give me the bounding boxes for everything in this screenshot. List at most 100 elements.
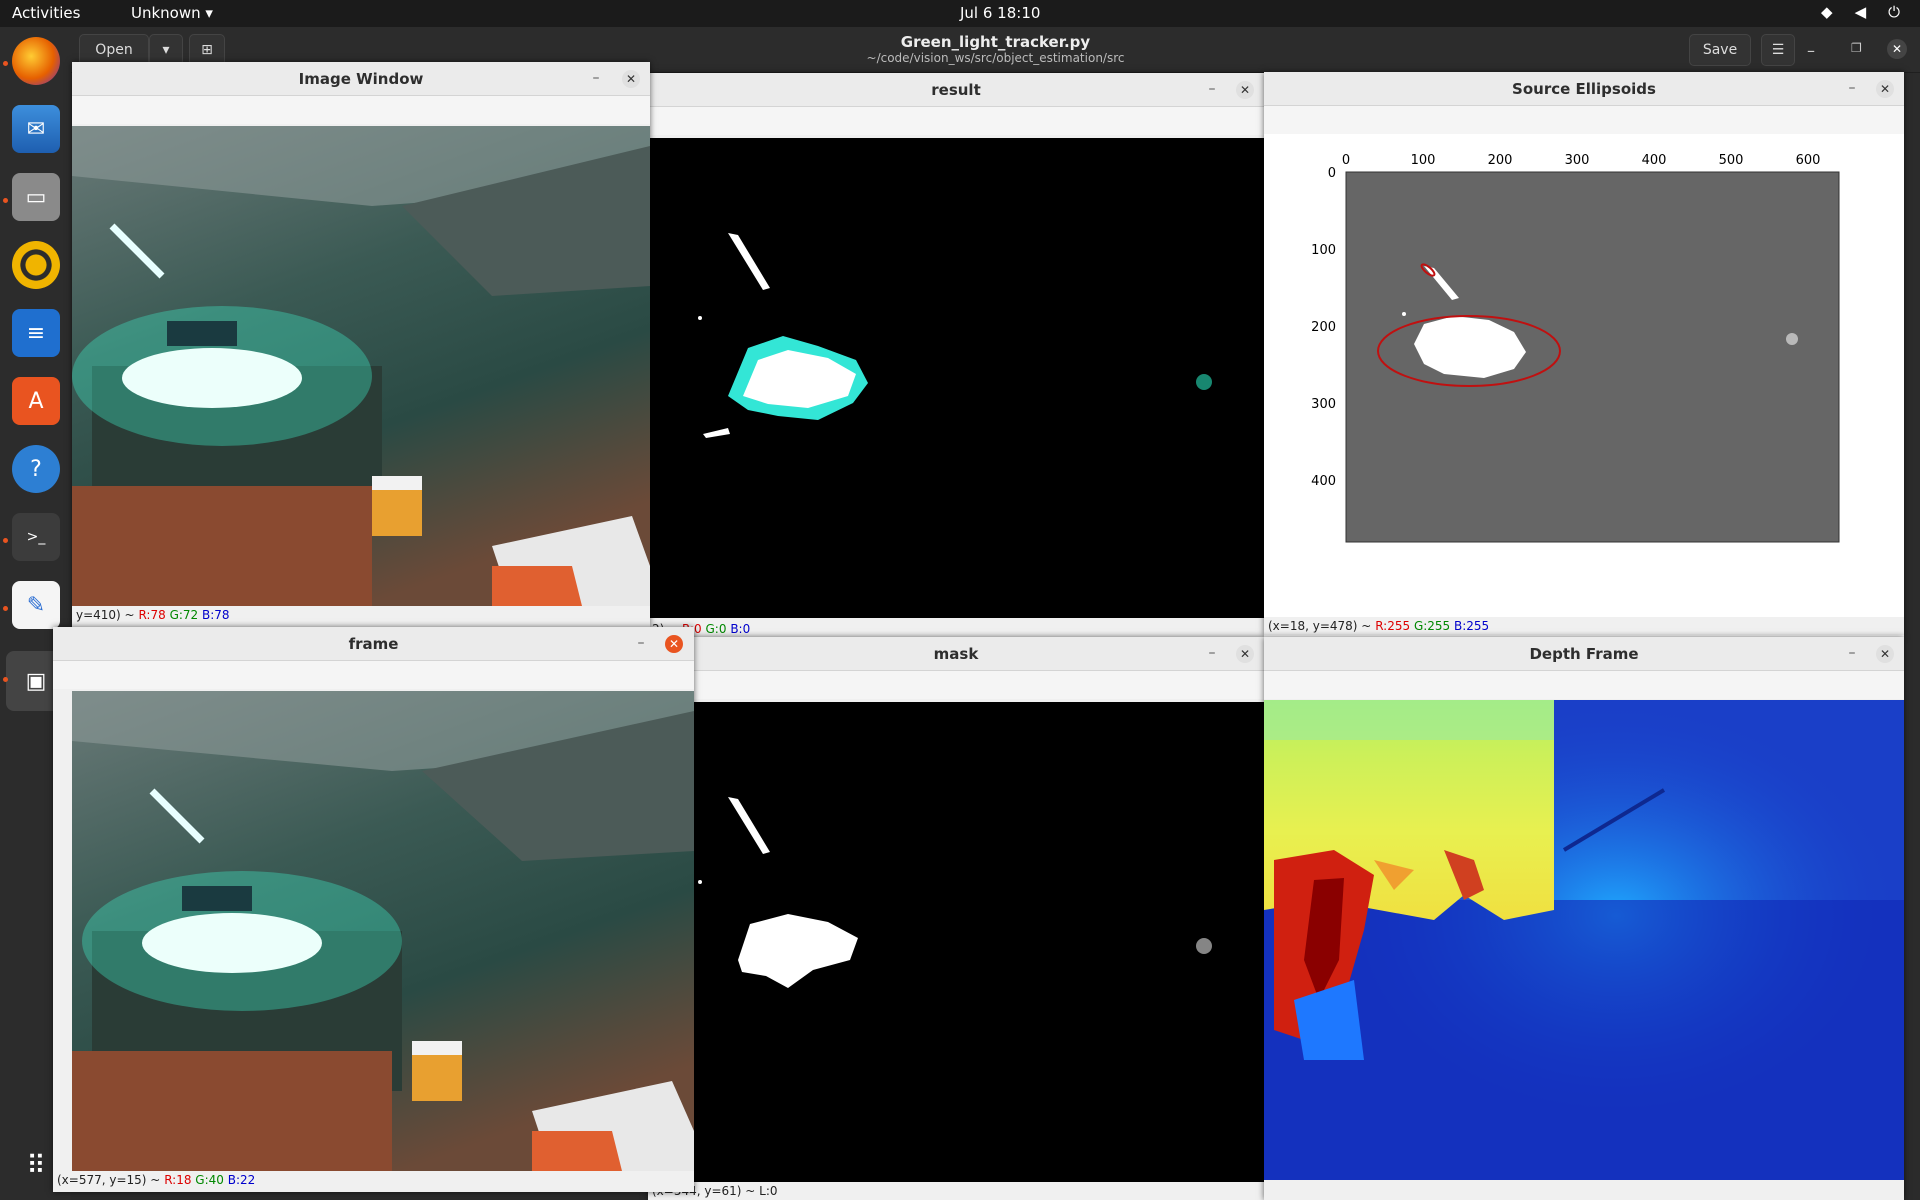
status-bar: (x=18, y=478) ~ R:255 G:255 B:255 [1264,617,1904,635]
close-icon[interactable]: ✕ [1887,39,1907,59]
depth-colormap-render [1264,700,1904,1180]
rhythmbox-icon[interactable] [12,241,60,289]
window-title: result [648,73,1264,107]
firefox-icon[interactable] [12,37,60,85]
result-window[interactable]: result – ✕ 2) ~ R:0 G:0 B:0 [648,73,1264,639]
status-green: G:40 [195,1173,224,1187]
source-ellipsoids-window[interactable]: Source Ellipsoids – ✕ 0 100 200 300 400 500 60… [1264,72,1904,637]
window-title: Depth Frame [1264,637,1904,671]
terminal-icon[interactable]: >_ [12,513,60,561]
mask-render [698,797,1212,988]
power-icon: ⏻ [1888,3,1900,21]
mask-window[interactable]: mask – ✕ (x=544, y=61) ~ L:0 [648,637,1264,1200]
running-indicator [3,538,8,543]
save-button[interactable]: Save [1689,34,1751,66]
status-blue: B:0 [730,622,751,636]
app-menu[interactable]: Unknown ▾ [131,4,213,22]
running-indicator [3,198,8,203]
system-tray[interactable]: ◆ ◀ ⏻ [1821,3,1900,21]
status-green: G:0 [705,622,727,636]
frame-image[interactable] [72,691,694,1171]
chevron-down-icon: ▾ [205,4,213,22]
minimize-icon[interactable]: – [1842,79,1862,99]
close-icon[interactable]: ✕ [1236,81,1254,99]
x-tick-label: 600 [1796,153,1821,168]
status-blue: B:255 [1454,619,1490,633]
x-tick-label: 500 [1719,153,1744,168]
toolbar-strip [72,96,650,124]
close-icon[interactable]: ✕ [665,635,683,653]
status-red: R:255 [1375,619,1411,633]
status-blue: B:78 [202,608,230,622]
x-tick-label: 100 [1411,153,1436,168]
restore-icon[interactable]: ❐ [1851,41,1862,55]
close-icon[interactable]: ✕ [622,70,640,88]
writer-icon[interactable]: ≡ [12,309,60,357]
window-title: Image Window [72,62,650,96]
toolbar-strip [1264,106,1904,134]
frame-scene-render [72,691,694,1171]
x-tick-label: 200 [1488,153,1513,168]
hamburger-menu-icon[interactable]: ☰ [1761,34,1795,66]
camera-scene-render [72,126,650,606]
image-window[interactable]: Image Window – ✕ y=410) ~ R:78 G:72 B:78 [72,62,650,627]
close-icon[interactable]: ✕ [1876,80,1894,98]
volume-icon: ◀ [1854,3,1867,21]
text-editor-icon[interactable]: ✎ [12,581,60,629]
camera-image[interactable] [72,126,650,606]
status-bar: y=410) ~ R:78 G:72 B:78 [72,606,650,624]
minimize-icon[interactable]: – [631,634,651,654]
frame-window[interactable]: frame – ✕ (x=577, y=15) ~ R:18 G:40 B:22 [53,627,694,1192]
toolbar-strip [648,107,1264,135]
y-tick-label: 100 [1311,243,1336,258]
window-title: frame [53,627,694,661]
x-tick-label: 0 [1342,153,1350,168]
wifi-icon: ◆ [1821,3,1833,21]
files-icon[interactable]: ▭ [12,173,60,221]
minimize-icon[interactable]: – [586,69,606,89]
top-bar: Activities Unknown ▾ Jul 6 18:10 ◆ ◀ ⏻ [0,0,1920,27]
status-bar: (x=577, y=15) ~ R:18 G:40 B:22 [53,1171,694,1189]
activities-button[interactable]: Activities [12,4,80,22]
depth-frame-window[interactable]: Depth Frame – ✕ [1264,637,1904,1200]
help-icon[interactable]: ? [12,445,60,493]
minimize-icon[interactable]: – [1202,644,1222,664]
running-indicator [3,61,8,66]
running-indicator [3,606,8,611]
x-tick-label: 300 [1565,153,1590,168]
status-prefix: (x=577, y=15) ~ [57,1173,161,1187]
window-title: Source Ellipsoids [1264,72,1904,106]
document-title: Green_light_tracker.py [900,33,1091,51]
result-mask-render [698,233,1212,438]
toolbar-strip [1264,671,1904,699]
y-tick-label: 200 [1311,320,1336,335]
status-blue: B:22 [227,1173,256,1187]
status-bar: 2) ~ R:0 G:0 B:0 [648,620,1264,638]
clock[interactable]: Jul 6 18:10 [960,4,1040,22]
minimize-icon[interactable]: – [1202,80,1222,100]
depth-image[interactable] [1264,700,1904,1180]
y-tick-label: 400 [1311,474,1336,489]
y-tick-label: 0 [1328,166,1336,181]
close-icon[interactable]: ✕ [1876,645,1894,663]
running-indicator [3,677,8,682]
close-icon[interactable]: ✕ [1236,645,1254,663]
y-tick-label: 300 [1311,397,1336,412]
status-bar: (x=544, y=61) ~ L:0 [648,1182,1264,1200]
status-red: R:18 [164,1173,192,1187]
app-menu-label: Unknown [131,4,201,22]
mask-image[interactable] [648,702,1264,1182]
status-red: R:78 [138,608,166,622]
status-prefix: (x=18, y=478) ~ [1268,619,1372,633]
minimize-icon[interactable]: – [1807,41,1815,60]
minimize-icon[interactable]: – [1842,644,1862,664]
status-prefix: y=410) ~ [76,608,135,622]
result-image[interactable] [648,138,1264,618]
ellipsoid-plot[interactable]: 0 100 200 300 400 500 600 0 100 200 300 400 [1264,134,1904,617]
ellipsoid-plot-svg: 0 100 200 300 400 500 600 0 100 200 300 400 [1311,153,1840,543]
software-center-icon[interactable]: A [12,377,60,425]
toolbar-strip [648,671,1264,699]
thunderbird-icon[interactable]: ✉ [12,105,60,153]
status-green: G:255 [1413,619,1451,633]
status-green: G:72 [169,608,199,622]
